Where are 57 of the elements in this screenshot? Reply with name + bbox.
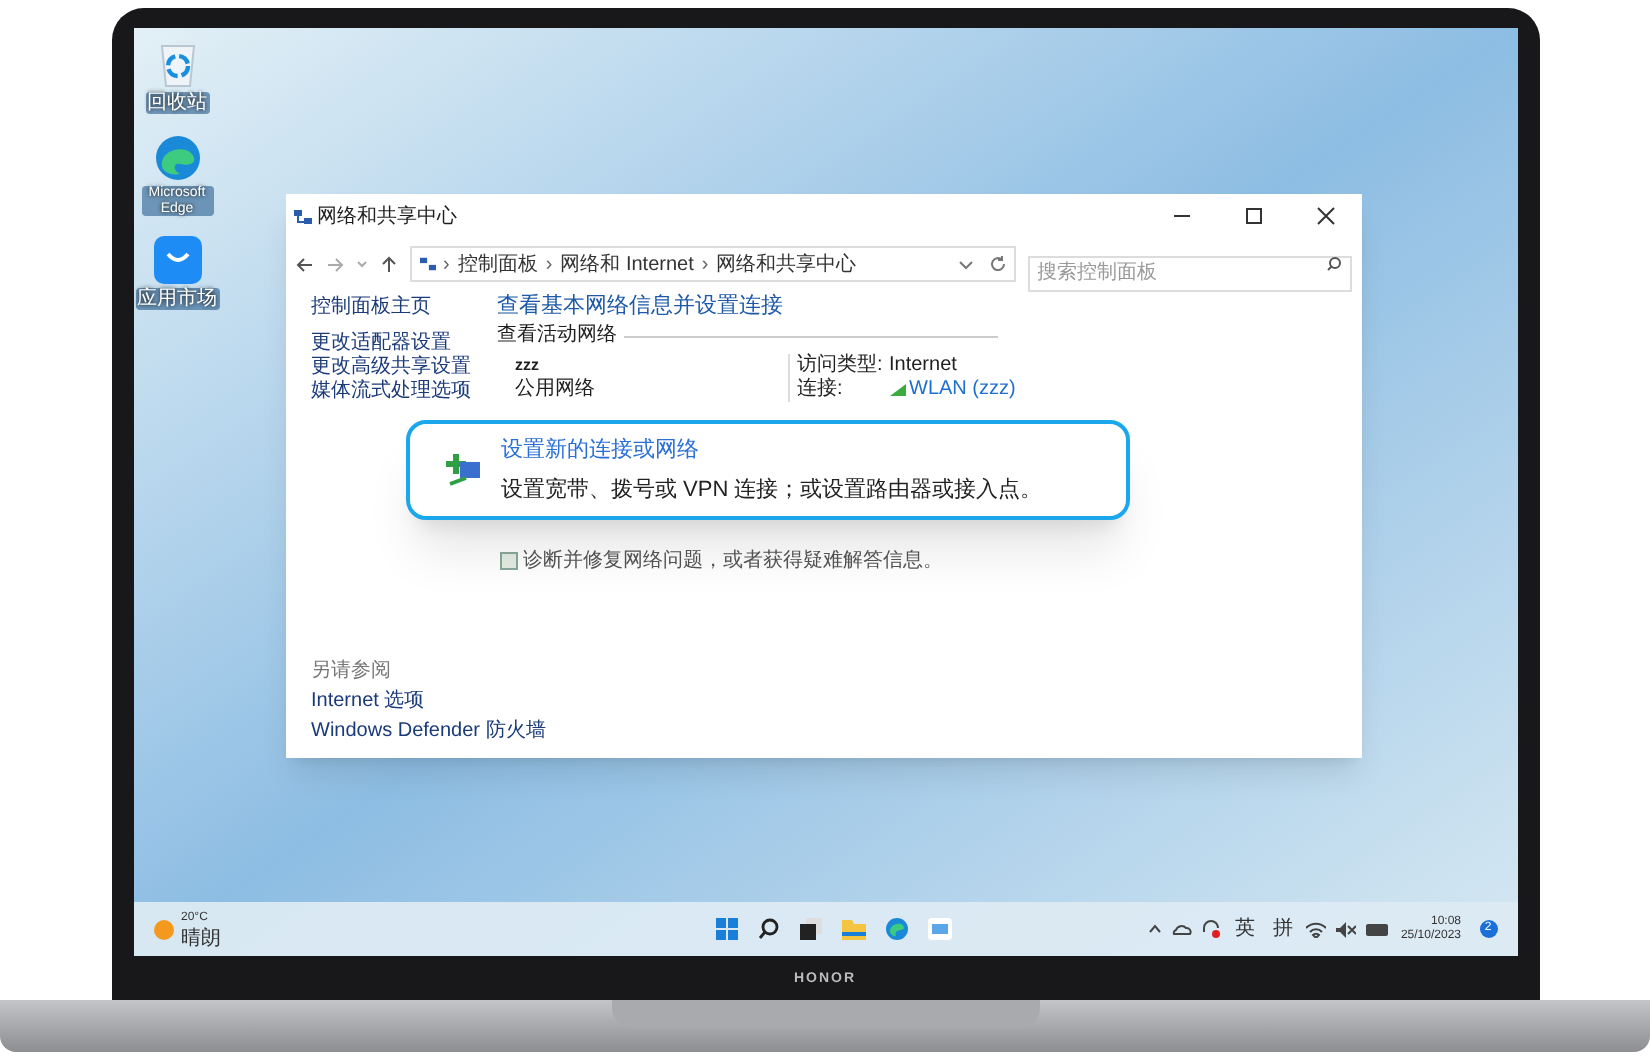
app-store-icon[interactable] [153, 236, 201, 285]
headset-icon[interactable] [1202, 920, 1221, 938]
search-icon [1325, 256, 1341, 272]
battery-icon[interactable] [1366, 923, 1391, 935]
field-label: 连接: [797, 378, 845, 402]
task-view-icon[interactable] [800, 918, 823, 940]
chevron-up-icon[interactable] [1148, 924, 1163, 934]
speaker-muted-icon[interactable] [1336, 921, 1357, 937]
network-icon [293, 207, 311, 225]
sidebar-link[interactable]: 更改高级共享设置 [311, 356, 497, 380]
edge-browser-icon[interactable] [153, 134, 201, 182]
callout-title: 设置新的连接或网络 [501, 435, 701, 466]
breadcrumb-separator: › [443, 251, 450, 279]
sidebar-link[interactable]: Windows Defender 防火墙 [311, 718, 546, 746]
cloud-icon[interactable] [1172, 922, 1193, 936]
weather-condition: 晴朗 [181, 927, 221, 949]
network-icon [419, 256, 435, 272]
breadcrumb-separator: › [545, 251, 553, 279]
field-label: 访问类型: [797, 354, 885, 377]
page-heading: 查看基本网络信息并设置连接 [497, 292, 785, 320]
breadcrumb-separator: › [701, 251, 709, 279]
window-title: 网络和共享中心 [317, 203, 457, 231]
breadcrumb-item[interactable]: 网络和共享中心 [716, 249, 857, 279]
search-icon[interactable] [758, 918, 781, 940]
troubleshoot-description: 诊断并修复网络问题，或者获得疑难解答信息。 [523, 547, 943, 576]
sidebar-link[interactable]: Internet 选项 [311, 688, 425, 716]
windows-start-icon[interactable] [716, 918, 739, 940]
up-arrow-icon[interactable] [379, 255, 397, 273]
input-indicator[interactable]: 英 [1230, 914, 1259, 944]
section-label: 查看活动网络 [497, 324, 617, 348]
network-name: zzz [515, 354, 541, 378]
troubleshoot-icon [499, 552, 517, 570]
recycle-bin-icon[interactable] [155, 40, 199, 88]
network-type: 公用网络 [515, 378, 597, 402]
close-icon[interactable] [1315, 206, 1335, 226]
field-value: Internet [889, 354, 959, 378]
search-field[interactable]: 搜索控制面板 [1027, 255, 1351, 291]
refresh-icon[interactable] [989, 256, 1005, 272]
sidebar-link[interactable]: 控制面板主页 [311, 296, 497, 320]
input-indicator[interactable]: 拼 [1268, 914, 1297, 944]
chevron-down-icon[interactable] [957, 256, 973, 272]
sidebar-link[interactable]: 媒体流式处理选项 [311, 380, 497, 404]
address-bar[interactable]: › 控制面板 › 网络和 Internet › 网络和共享中心 [409, 246, 1015, 282]
breadcrumb-item[interactable]: 网络和 Internet [560, 249, 694, 279]
folder-icon[interactable] [842, 918, 867, 940]
sidebar-link[interactable]: 更改适配器设置 [311, 332, 497, 356]
callout-description: 设置宽带、拨号或 VPN 连接；或设置路由器或接入点。 [501, 475, 1043, 505]
wifi-icon[interactable] [1306, 921, 1327, 937]
mail-icon[interactable] [928, 918, 953, 940]
edge-browser-icon[interactable] [886, 918, 909, 940]
new-connection-icon [441, 450, 481, 490]
see-also-heading: 另请参阅 [311, 660, 393, 684]
maximize-icon[interactable] [1243, 206, 1263, 226]
wifi-signal-icon [889, 384, 905, 396]
breadcrumb-item[interactable]: 控制面板 [457, 249, 538, 279]
connection-link[interactable]: WLAN (zzz) [909, 378, 1016, 402]
back-arrow-icon[interactable] [295, 255, 313, 273]
